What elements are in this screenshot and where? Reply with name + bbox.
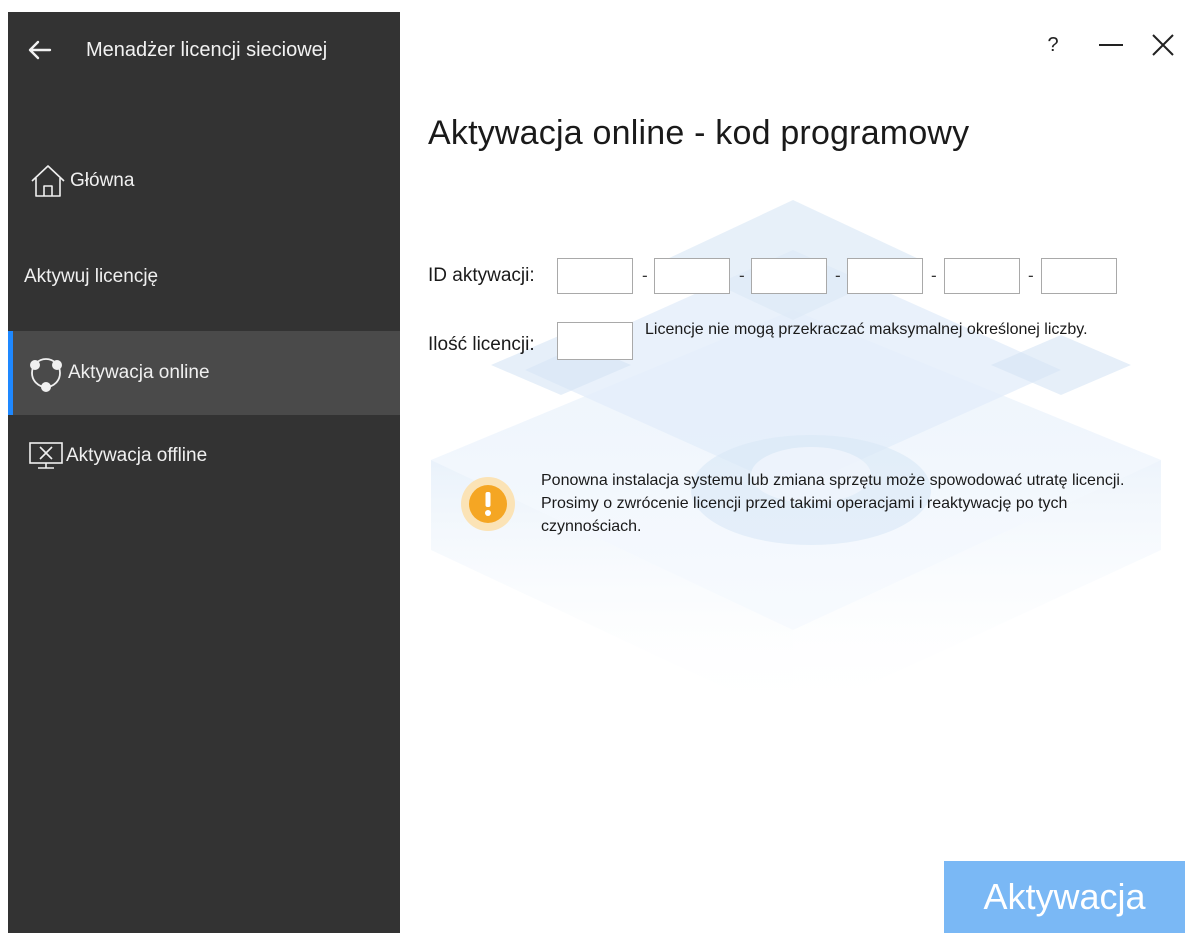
minimize-button[interactable] [1094,28,1128,62]
sidebar-item-label: Główna [70,170,135,191]
license-quantity-input[interactable] [557,322,633,360]
license-quantity-label: Ilość licencji: [428,334,535,355]
sidebar-item-home[interactable]: Główna [8,160,400,202]
id-separator: - [931,266,937,285]
sidebar-item-label: Aktywacja offline [66,445,208,466]
activation-id-field-3[interactable] [751,258,827,294]
home-icon [28,161,68,201]
activation-id-field-4[interactable] [847,258,923,294]
activation-id-field-1[interactable] [557,258,633,294]
activation-id-field-2[interactable] [654,258,730,294]
id-separator: - [642,266,648,285]
sidebar-item-label: Aktywacja online [68,362,210,383]
warning-icon [461,477,515,531]
sidebar-item-online-activation[interactable]: Aktywacja online [8,331,400,415]
sidebar-header: Menadżer licencji sieciowej [8,30,400,70]
id-separator: - [1028,266,1034,285]
help-button[interactable]: ? [1040,28,1066,62]
sidebar-title: Menadżer licencji sieciowej [86,38,328,61]
network-icon [26,353,66,393]
activation-id-label: ID aktywacji: [428,265,535,286]
warning-message: Ponowna instalacja systemu lub zmiana sp… [541,472,1125,535]
sidebar-item-offline-activation[interactable]: Aktywacja offline [8,436,400,476]
license-quantity-hint: Licencje nie mogą przekraczać maksymalne… [645,321,1088,338]
id-separator: - [835,266,841,285]
close-button[interactable] [1146,28,1180,62]
activate-button[interactable]: Aktywacja [944,861,1185,933]
close-icon [1152,34,1174,56]
minimize-icon [1099,44,1123,46]
back-arrow-icon[interactable] [26,36,54,64]
section-label-activate: Aktywuj licencję [24,266,159,287]
monitor-x-icon [26,436,66,476]
activation-id-field-5[interactable] [944,258,1020,294]
active-indicator [8,331,13,415]
page-title: Aktywacja online - kod programowy [428,114,970,152]
activation-id-field-6[interactable] [1041,258,1117,294]
id-separator: - [739,266,745,285]
sidebar: Menadżer licencji sieciowej Główna Aktyw… [8,12,400,933]
